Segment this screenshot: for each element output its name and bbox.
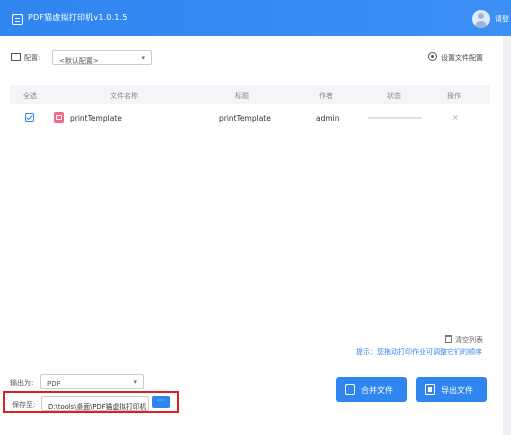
output-label: 输出为: (10, 379, 34, 387)
scrollbar[interactable] (503, 36, 511, 435)
row-title: printTemplate (219, 114, 271, 123)
app-icon (12, 14, 23, 25)
trash-icon[interactable] (445, 335, 452, 343)
config-select[interactable]: <默认配置> ▾ (52, 50, 152, 65)
merge-button[interactable]: 合并文件 (336, 377, 407, 402)
header-select-all[interactable]: 全选 (23, 91, 37, 101)
status-progress (368, 117, 422, 119)
export-icon (425, 384, 435, 395)
avatar-icon[interactable] (472, 10, 490, 28)
merge-button-label: 合并文件 (361, 386, 393, 395)
drag-hint: 提示：您拖动打印作业可调整它们的顺序 (356, 348, 482, 356)
highlight-box (3, 391, 179, 413)
login-link[interactable]: 请登 (495, 14, 509, 24)
export-button[interactable]: 导出文件 (416, 377, 487, 402)
titlebar: PDF猫虚拟打印机v1.0.1.5 请登 (0, 0, 511, 36)
header-file-name: 文件名称 (110, 92, 138, 100)
row-author: admin (316, 114, 340, 123)
header-author: 作者 (319, 92, 333, 100)
header-status: 状态 (387, 92, 401, 100)
output-format-select[interactable]: PDF ▾ (40, 374, 144, 389)
config-icon (11, 53, 21, 61)
clear-list-button[interactable]: 清空列表 (455, 335, 483, 345)
row-file-name: printTemplate (70, 114, 122, 123)
gear-icon[interactable] (428, 52, 437, 61)
header-action: 操作 (447, 92, 461, 100)
table-header: 全选 文件名称 标题 作者 状态 操作 (10, 85, 490, 104)
config-label: 配置: (24, 54, 41, 62)
row-delete-button[interactable]: × (452, 113, 459, 122)
chevron-down-icon: ▾ (141, 54, 145, 62)
chevron-down-icon: ▾ (133, 378, 137, 386)
merge-icon (345, 384, 355, 395)
output-format-value: PDF (47, 380, 61, 388)
table-row[interactable]: printTemplate printTemplate admin × (10, 108, 490, 128)
config-select-value: <默认配置> (59, 57, 99, 65)
row-checkbox[interactable] (25, 113, 34, 122)
header-title: 标题 (235, 92, 249, 100)
app-title: PDF猫虚拟打印机v1.0.1.5 (28, 13, 128, 22)
export-button-label: 导出文件 (441, 386, 473, 395)
pdf-file-icon (54, 112, 64, 123)
settings-link[interactable]: 设置文件配置 (441, 53, 483, 63)
